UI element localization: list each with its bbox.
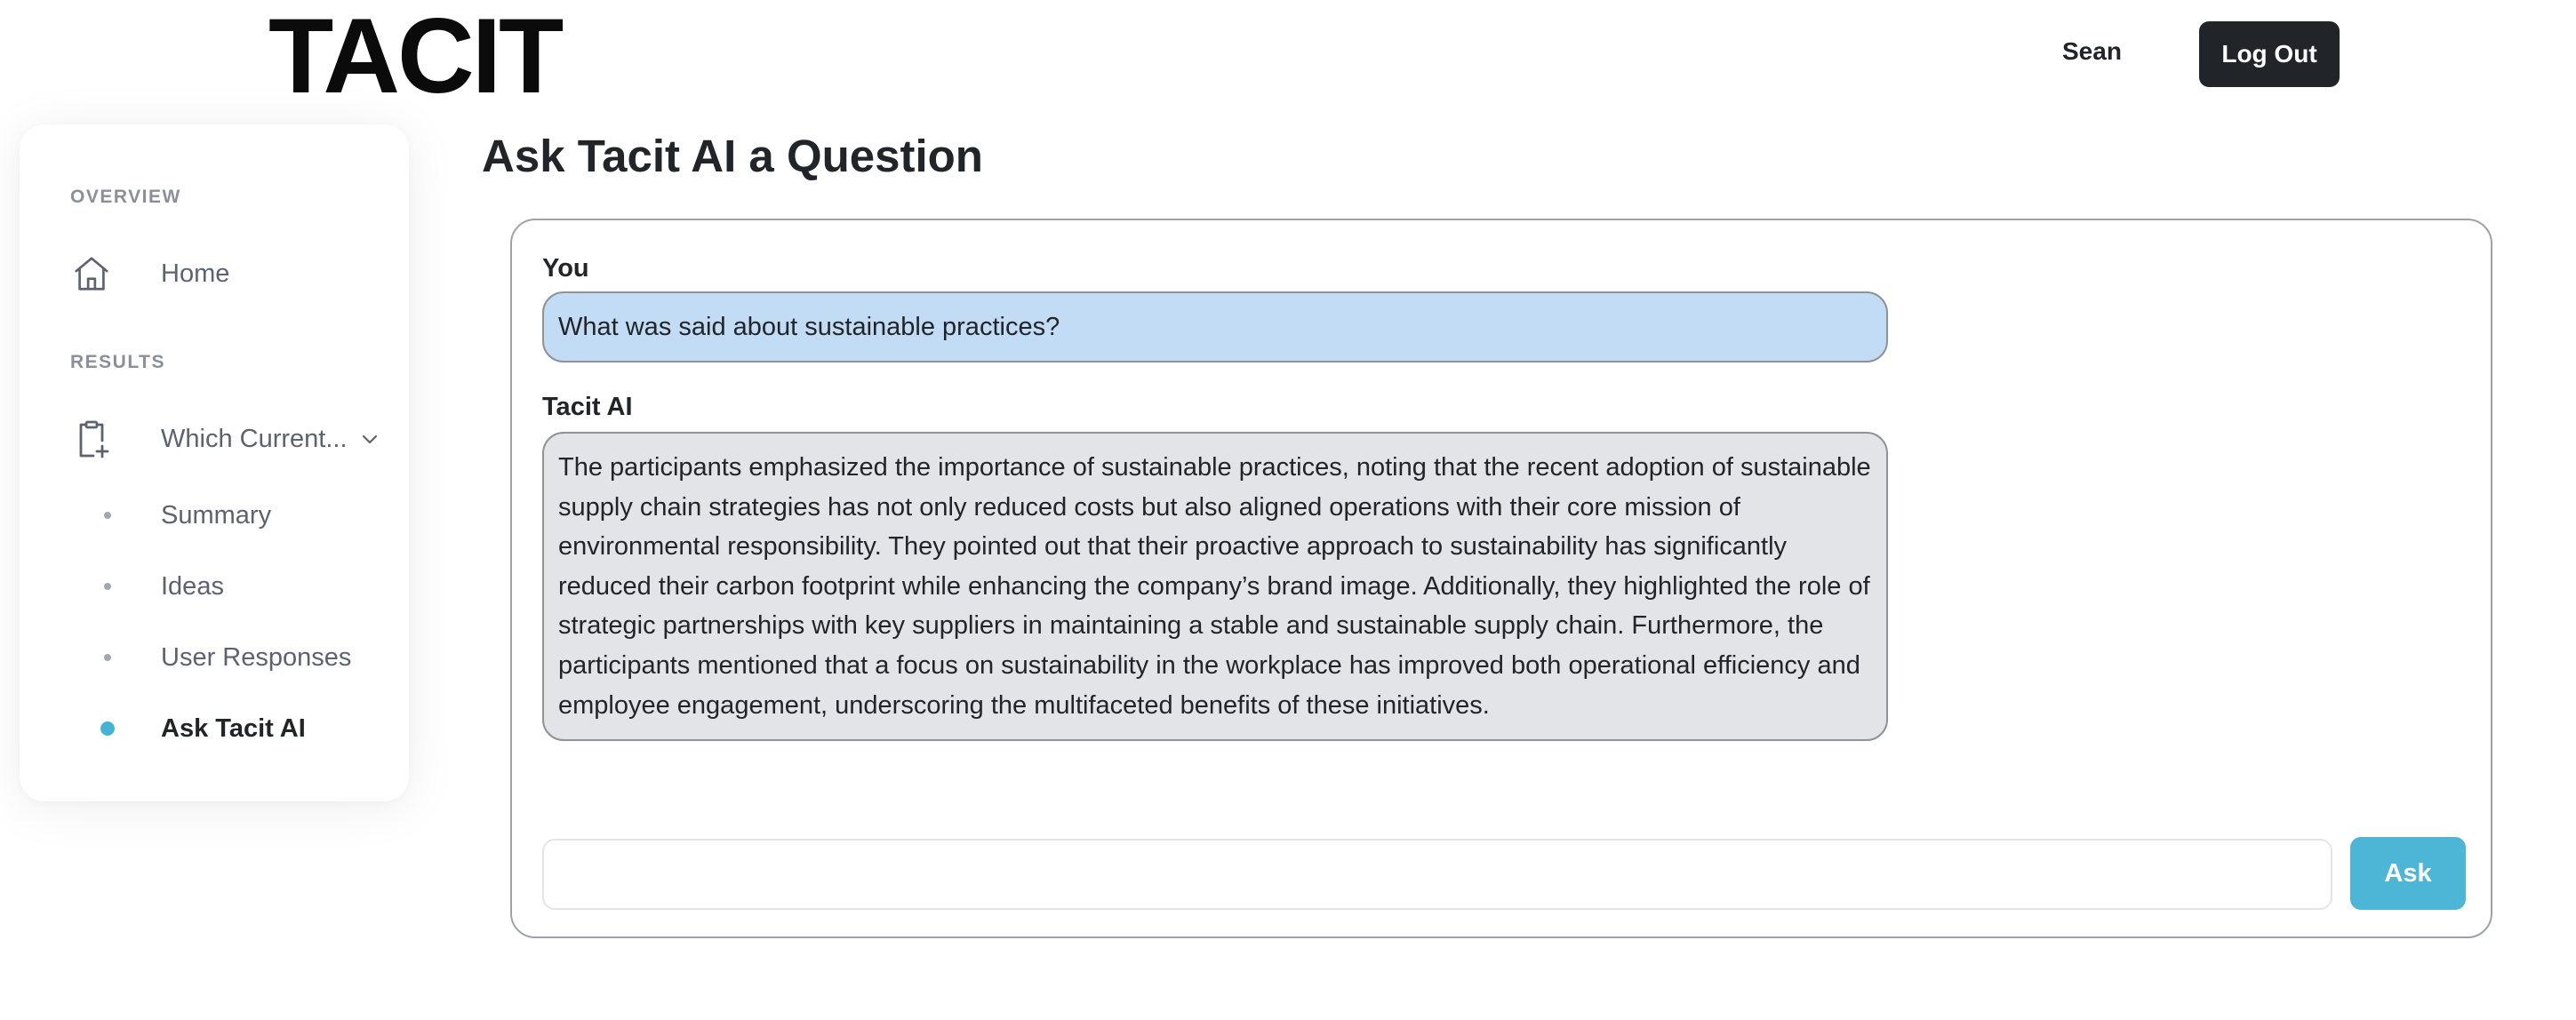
logo[interactable]: TACIT bbox=[268, 2, 564, 111]
user-speaker-label: You bbox=[542, 254, 589, 283]
bullet-icon bbox=[104, 654, 111, 661]
clipboard-plus-icon bbox=[69, 417, 114, 461]
chevron-down-icon[interactable] bbox=[359, 428, 380, 450]
bullet-icon bbox=[104, 583, 111, 590]
bullet-icon bbox=[104, 512, 111, 519]
overview-heading: OVERVIEW bbox=[70, 187, 181, 207]
logout-button[interactable]: Log Out bbox=[2199, 21, 2340, 87]
ai-message-bubble: The participants emphasized the importan… bbox=[542, 432, 1888, 741]
sidebar-item-home[interactable]: Home bbox=[69, 249, 398, 299]
sidebar-item-label: Home bbox=[161, 259, 230, 288]
active-bullet-icon bbox=[100, 721, 115, 736]
sidebar: OVERVIEW Home RESULTS Which Current... S… bbox=[20, 124, 409, 801]
question-input[interactable] bbox=[542, 839, 2332, 910]
sidebar-item-ask-tacit-ai[interactable]: Ask Tacit AI bbox=[69, 707, 398, 750]
sidebar-item-label: Ask Tacit AI bbox=[161, 714, 306, 743]
home-icon bbox=[69, 251, 114, 296]
page-title: Ask Tacit AI a Question bbox=[482, 131, 983, 181]
sidebar-item-label: User Responses bbox=[161, 643, 352, 672]
sidebar-item-summary[interactable]: Summary bbox=[69, 494, 398, 537]
sidebar-item-ideas[interactable]: Ideas bbox=[69, 565, 398, 608]
user-name[interactable]: Sean bbox=[2062, 37, 2122, 66]
sidebar-item-survey[interactable]: Which Current... bbox=[69, 414, 398, 464]
sidebar-item-label: Ideas bbox=[161, 572, 224, 601]
sidebar-item-user-responses[interactable]: User Responses bbox=[69, 636, 398, 679]
ai-speaker-label: Tacit AI bbox=[542, 393, 633, 421]
results-heading: RESULTS bbox=[70, 352, 165, 372]
sidebar-item-label: Which Current... bbox=[161, 424, 348, 453]
ask-button[interactable]: Ask bbox=[2350, 837, 2466, 910]
page: TACIT Sean Log Out OVERVIEW Home RESULTS bbox=[0, 0, 2576, 1020]
chat-panel: You What was said about sustainable prac… bbox=[510, 219, 2492, 938]
sidebar-item-label: Summary bbox=[161, 501, 272, 530]
user-message-bubble: What was said about sustainable practice… bbox=[542, 291, 1888, 363]
